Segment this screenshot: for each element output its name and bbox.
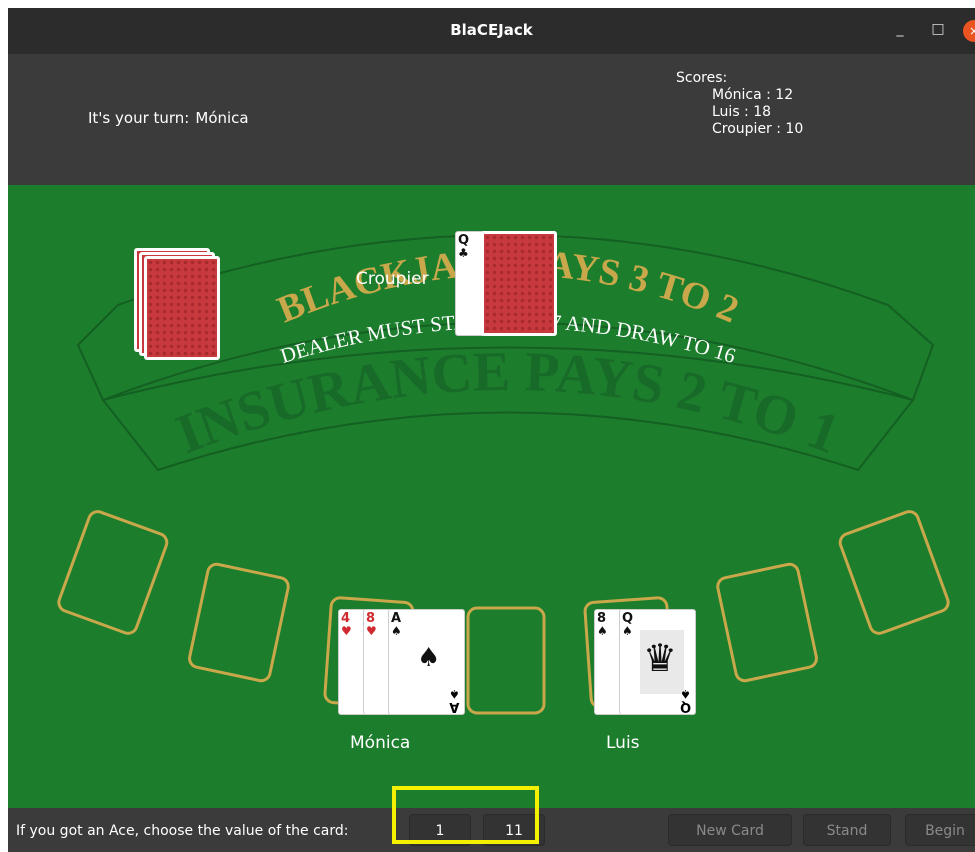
ace-prompt: If you got an Ace, choose the value of t…: [16, 823, 349, 839]
spade-suit-icon: ♠: [391, 624, 402, 638]
bet-spot: [716, 562, 818, 683]
maximize-button[interactable]: □: [928, 20, 948, 40]
bet-spot: [57, 510, 169, 635]
club-suit-icon: ♣: [458, 246, 469, 260]
player-name-luis: Luis: [606, 733, 640, 753]
game-window: BlaCEJack _ □ × It's your turn: Mónica Sc…: [8, 8, 975, 852]
spade-center-icon: ♠: [417, 643, 441, 673]
crown-icon: ♛: [643, 636, 678, 680]
bet-spot: [838, 510, 950, 635]
action-bar: If you got an Ace, choose the value of t…: [8, 808, 975, 852]
card-rank-bottom: A: [449, 699, 460, 714]
player-card: Q ♠ ♛ Q ♠: [619, 609, 696, 715]
player-card: A ♠ ♠ A ♠: [388, 609, 465, 715]
scores-panel: Scores: Mónica : 12 Luis : 18 Croupier :…: [676, 70, 803, 138]
ace-value-1-button[interactable]: 1: [409, 814, 471, 846]
card-rank-bottom: Q: [679, 699, 691, 714]
deck-card-back[interactable]: [144, 256, 220, 360]
heart-suit-icon: ♥: [341, 624, 352, 638]
turn-indicator: It's your turn: Mónica: [88, 109, 249, 127]
spade-suit-icon: ♠: [597, 624, 608, 638]
ace-value-11-button[interactable]: 11: [483, 814, 545, 846]
current-player: Mónica: [195, 109, 249, 127]
title-bar: BlaCEJack _ □ ×: [8, 8, 975, 54]
spade-suit-icon: ♠: [449, 687, 460, 701]
minimize-button[interactable]: _: [890, 20, 910, 40]
bet-spot: [466, 606, 546, 715]
begin-button[interactable]: Begin: [905, 814, 975, 846]
new-card-button[interactable]: New Card: [668, 814, 792, 846]
heart-suit-icon: ♥: [366, 624, 377, 638]
score-row: Croupier : 10: [712, 121, 804, 137]
score-row: Mónica : 12: [712, 87, 794, 103]
window-title: BlaCEJack: [450, 21, 533, 39]
stand-button[interactable]: Stand: [803, 814, 891, 846]
croupier-hidden-card: [481, 231, 557, 336]
spade-suit-icon: ♠: [622, 624, 633, 638]
croupier-label: Croupier: [356, 269, 429, 289]
spade-suit-icon: ♠: [680, 687, 691, 701]
card-corner-bottom: Q ♠: [679, 687, 691, 714]
score-row: Luis : 18: [712, 104, 772, 120]
banner-insurance: INSURANCE PAYS 2 TO 1: [168, 341, 847, 466]
player-name-monica: Mónica: [350, 733, 411, 753]
turn-label: It's your turn:: [88, 109, 190, 127]
status-header: It's your turn: Mónica Scores: Mónica : 1…: [8, 54, 975, 185]
scores-title: Scores:: [676, 70, 728, 86]
blackjack-table: BLACKJACK PAYS 3 TO 2 DEALER MUST STAND …: [8, 185, 975, 808]
card-corner-bottom: A ♠: [449, 687, 460, 714]
bet-spot: [188, 562, 290, 683]
